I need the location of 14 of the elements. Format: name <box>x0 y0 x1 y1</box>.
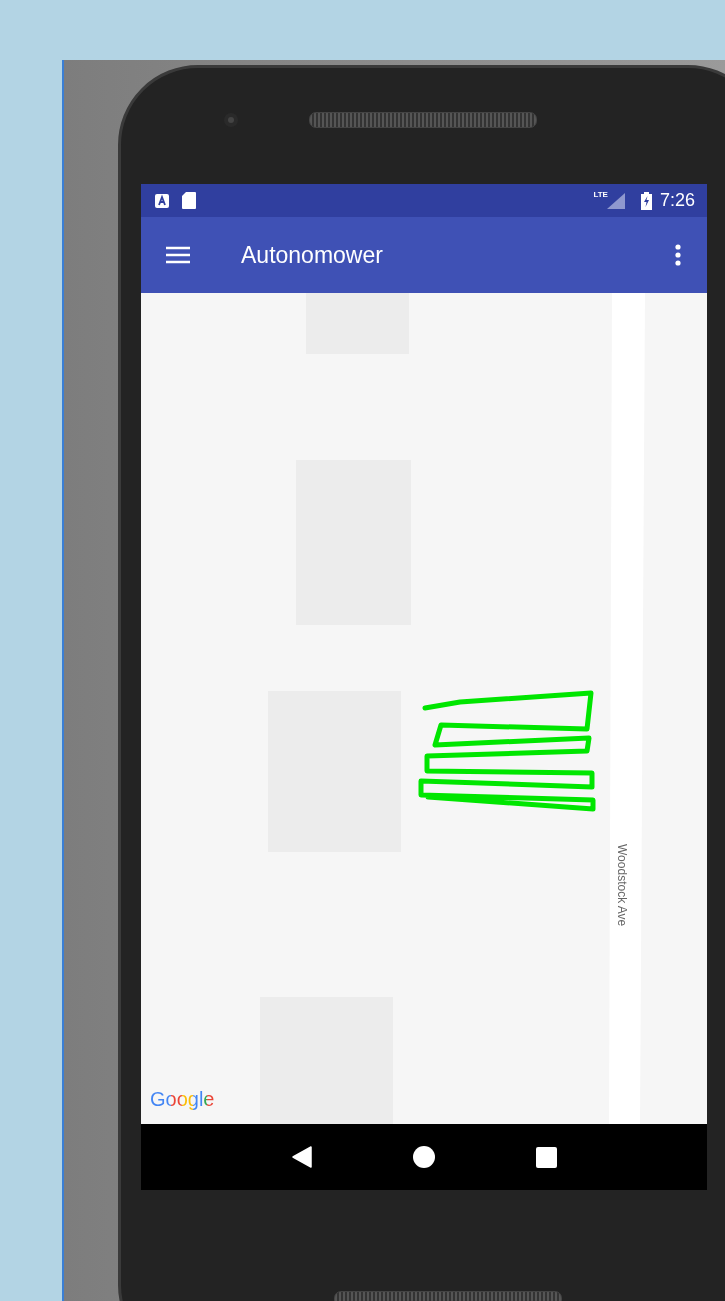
status-time: 7:26 <box>659 190 695 211</box>
recents-icon[interactable] <box>535 1146 557 1168</box>
sd-card-icon <box>182 192 196 209</box>
menu-icon[interactable] <box>166 246 190 264</box>
signal-icon <box>606 192 625 209</box>
notification-icon <box>154 192 170 209</box>
battery-icon <box>640 191 652 210</box>
back-icon[interactable] <box>291 1146 312 1168</box>
network-type: LTE <box>593 190 608 199</box>
more-options-icon[interactable] <box>675 244 681 266</box>
camera-icon <box>223 112 239 128</box>
street-label: Woodstock Ave <box>615 844 629 929</box>
home-icon[interactable] <box>412 1146 435 1168</box>
app-title: Autonomower <box>241 241 383 269</box>
